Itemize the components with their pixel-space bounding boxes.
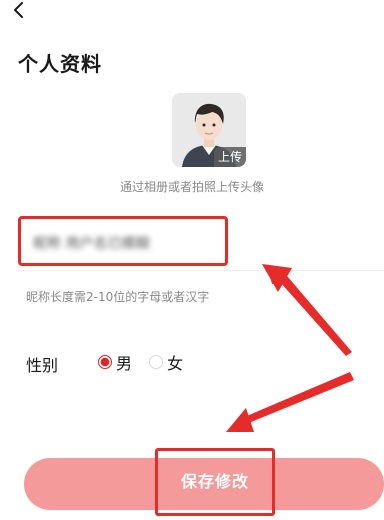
nickname-input[interactable]: 昵称 用户名已模糊 [18, 216, 228, 266]
upload-badge: 上传 [213, 147, 246, 167]
page-title: 个人资料 [18, 52, 102, 76]
avatar-upload-button[interactable]: 上传 [172, 93, 246, 167]
arrow-head-save [226, 408, 254, 432]
save-button-label: 保存修改 [180, 472, 249, 491]
gender-label: 性别 [26, 356, 59, 375]
gender-option-male[interactable]: 男 [98, 350, 132, 374]
nickname-hint: 昵称长度需2-10位的字母或者汉字 [26, 290, 210, 304]
arrow-to-save [242, 372, 354, 424]
gender-option-label: 男 [116, 354, 133, 373]
gender-option-female[interactable]: 女 [149, 350, 183, 374]
chevron-left-icon [14, 2, 23, 18]
radio-unchecked-icon [149, 355, 163, 369]
avatar-hint: 通过相册或者拍照上传头像 [119, 180, 264, 194]
radio-checked-icon [98, 355, 112, 369]
arrow-to-nickname [268, 268, 352, 356]
profile-edit-page: 个人资料 上传 通过相册或者拍照上传头像 昵称 用户名已模糊 昵称长度需2-10… [0, 0, 384, 520]
gender-option-label: 女 [167, 354, 184, 373]
back-button[interactable] [8, 0, 32, 24]
nickname-value: 昵称 用户名已模糊 [33, 236, 150, 252]
nickname-row: 昵称 用户名已模糊 [18, 214, 384, 271]
